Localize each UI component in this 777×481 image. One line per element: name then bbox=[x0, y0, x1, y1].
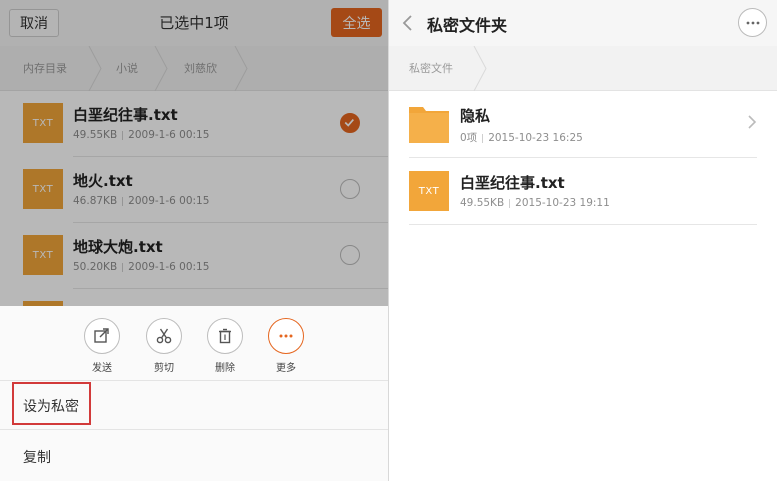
folder-meta: 0项 2015-10-23 16:25 bbox=[460, 130, 583, 145]
share-icon bbox=[84, 318, 120, 354]
divider bbox=[0, 429, 388, 430]
trash-icon bbox=[207, 318, 243, 354]
file-date: 2015-10-23 19:11 bbox=[515, 197, 610, 209]
send-label: 发送 bbox=[92, 363, 112, 374]
send-button[interactable]: 发送 bbox=[72, 318, 132, 374]
left-panel: 取消 已选中1项 全选 内存目录 小说 刘慈欣 TXT 白垩纪往事.txt 49… bbox=[0, 0, 388, 481]
cut-label: 剪切 bbox=[154, 363, 174, 374]
divider bbox=[0, 380, 388, 381]
folder-date: 2015-10-23 16:25 bbox=[488, 132, 583, 144]
more-dots-icon bbox=[746, 21, 759, 24]
delete-label: 删除 bbox=[215, 363, 235, 374]
chevron-right-icon bbox=[748, 115, 757, 129]
file-size: 49.55KB bbox=[460, 197, 505, 209]
highlight-annotation bbox=[12, 382, 91, 425]
scissors-icon bbox=[146, 318, 182, 354]
folder-icon bbox=[409, 107, 449, 143]
more-menu-button[interactable] bbox=[738, 8, 767, 37]
more-label: 更多 bbox=[276, 363, 296, 374]
divider bbox=[409, 224, 757, 225]
divider bbox=[409, 157, 757, 158]
back-arrow-icon[interactable] bbox=[400, 13, 416, 33]
txt-file-icon: TXT bbox=[409, 171, 449, 211]
right-panel: 私密文件夹 私密文件 隐私 0项 2015-10-23 16:25 TXT 白垩纪… bbox=[389, 0, 777, 481]
file-meta: 49.55KB 2015-10-23 19:11 bbox=[460, 197, 610, 209]
breadcrumb-separator-icon bbox=[473, 46, 487, 91]
page-title: 私密文件夹 bbox=[427, 16, 508, 35]
folder-name: 隐私 bbox=[460, 107, 491, 125]
dim-overlay[interactable] bbox=[0, 0, 388, 306]
more-button[interactable]: 更多 bbox=[256, 318, 316, 374]
top-bar: 私密文件夹 bbox=[389, 0, 777, 46]
breadcrumb: 私密文件 bbox=[389, 46, 777, 91]
menu-item-copy[interactable]: 复制 bbox=[0, 433, 388, 479]
breadcrumb-item-private[interactable]: 私密文件 bbox=[409, 46, 453, 91]
menu-item-label: 复制 bbox=[23, 450, 51, 466]
cut-button[interactable]: 剪切 bbox=[134, 318, 194, 374]
more-dots-icon bbox=[268, 318, 304, 354]
file-name: 白垩纪往事.txt bbox=[460, 174, 565, 192]
folder-count: 0项 bbox=[460, 132, 478, 144]
delete-button[interactable]: 删除 bbox=[195, 318, 255, 374]
